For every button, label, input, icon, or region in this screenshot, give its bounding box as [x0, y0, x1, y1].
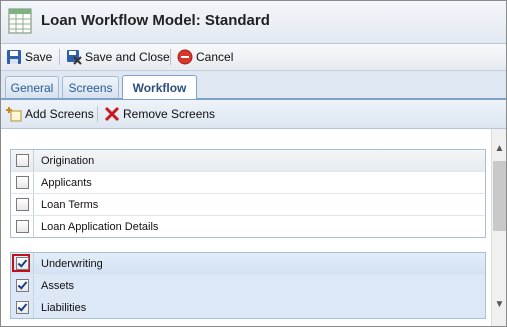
remove-screens-button[interactable]: Remove Screens	[104, 106, 215, 122]
vertical-scrollbar[interactable]: ▲ ▼	[491, 129, 506, 326]
item-label: Assets	[41, 279, 75, 292]
item-checkbox[interactable]	[15, 301, 29, 314]
scroll-down-icon[interactable]: ▼	[494, 299, 505, 310]
save-button[interactable]: Save	[6, 49, 52, 65]
toolbar-divider	[97, 106, 98, 122]
group-label: Origination	[41, 154, 95, 167]
item-label: Applicants	[41, 176, 92, 189]
window-title: Loan Workflow Model: Standard	[41, 12, 270, 29]
item-checkbox[interactable]	[15, 279, 29, 292]
workflow-group: Origination Applicants Loan Terms Loan A…	[10, 149, 486, 238]
save-close-icon	[67, 50, 82, 65]
remove-screens-label: Remove Screens	[123, 107, 216, 121]
item-label: Loan Terms	[41, 198, 99, 211]
group-header-row[interactable]: Origination	[11, 150, 485, 172]
save-and-close-button[interactable]: Save and Close	[66, 49, 170, 65]
checkbox-cell	[11, 275, 34, 296]
list-item[interactable]: Loan Terms	[11, 194, 485, 216]
checkbox-cell	[11, 194, 34, 215]
screens-toolbar: Add Screens Remove Screens	[1, 100, 506, 129]
workflow-group: Underwriting Assets Liabilities	[10, 252, 486, 319]
toolbar-divider	[59, 49, 60, 65]
tab-screens[interactable]: Screens	[62, 76, 119, 98]
add-screens-button[interactable]: Add Screens	[6, 106, 94, 122]
list-item[interactable]: Assets	[11, 275, 485, 297]
checkbox-cell	[11, 253, 34, 274]
add-screens-icon	[6, 107, 22, 122]
group-checkbox[interactable]	[15, 154, 29, 167]
item-label: Liabilities	[41, 301, 87, 314]
item-checkbox[interactable]	[15, 176, 29, 189]
scrollbar-thumb[interactable]	[493, 161, 506, 231]
tab-strip: General Screens Workflow	[1, 71, 506, 100]
save-label: Save	[25, 50, 53, 64]
remove-x-icon	[104, 106, 120, 122]
main-toolbar: Save Save and Close Cancel	[1, 44, 506, 71]
cancel-label: Cancel	[196, 50, 234, 64]
cancel-button[interactable]: Cancel	[177, 49, 233, 65]
checkbox-cell	[11, 297, 34, 318]
toolbar-divider	[170, 49, 171, 65]
list-item[interactable]: Liabilities	[11, 297, 485, 318]
checkbox-cell	[11, 172, 34, 193]
checkbox-cell	[11, 216, 34, 237]
tab-workflow[interactable]: Workflow	[122, 75, 197, 99]
item-label: Loan Application Details	[41, 220, 159, 233]
checkbox-cell	[11, 150, 34, 171]
scroll-up-icon[interactable]: ▲	[494, 143, 505, 154]
spreadsheet-icon	[8, 8, 32, 34]
list-item[interactable]: Applicants	[11, 172, 485, 194]
save-and-close-label: Save and Close	[85, 50, 170, 64]
item-checkbox[interactable]	[15, 220, 29, 233]
group-checkbox[interactable]	[15, 257, 29, 270]
tab-general[interactable]: General	[5, 76, 59, 98]
group-label: Underwriting	[41, 257, 103, 270]
floppy-disk-icon	[7, 50, 21, 64]
workflow-screens-list: Origination Applicants Loan Terms Loan A…	[1, 129, 491, 326]
group-header-row[interactable]: Underwriting	[11, 253, 485, 275]
cancel-icon	[177, 49, 193, 65]
add-screens-label: Add Screens	[25, 107, 94, 121]
list-item[interactable]: Loan Application Details	[11, 216, 485, 237]
title-bar: Loan Workflow Model: Standard	[1, 1, 506, 44]
loan-workflow-window: Loan Workflow Model: Standard Save Save …	[0, 0, 507, 327]
item-checkbox[interactable]	[15, 198, 29, 211]
